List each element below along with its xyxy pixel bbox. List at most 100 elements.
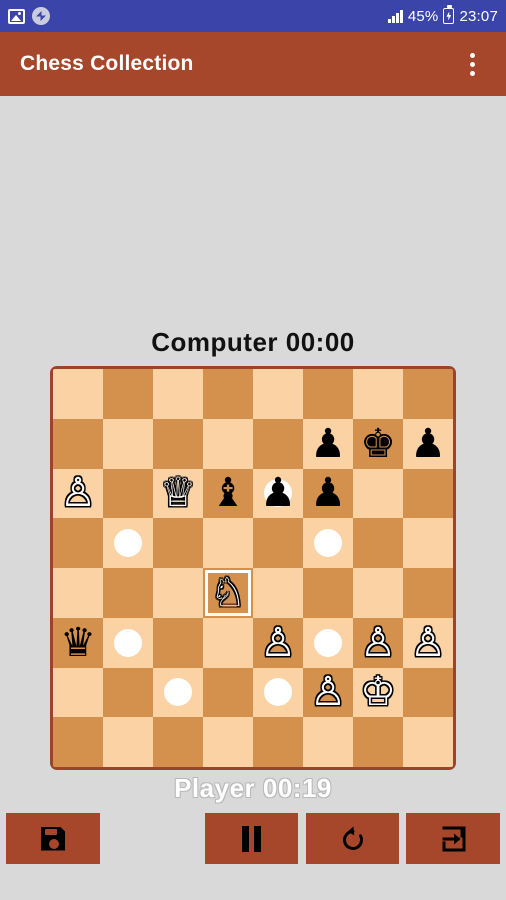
board-square-h6[interactable]	[403, 468, 453, 519]
board-square-a7[interactable]	[53, 418, 103, 469]
clock-label: 23:07	[459, 7, 498, 25]
exit-button[interactable]	[406, 813, 500, 864]
board-square-f7[interactable]: ♟	[303, 418, 353, 469]
board-square-d1[interactable]	[203, 717, 253, 767]
board-square-d4[interactable]: ♘	[203, 568, 253, 618]
board-square-c8[interactable]	[153, 369, 203, 419]
move-indicator-dot	[114, 529, 142, 558]
pause-button[interactable]	[205, 813, 298, 864]
board-square-d7[interactable]	[203, 418, 253, 469]
board-square-h3[interactable]: ♙	[403, 617, 453, 668]
board-square-h1[interactable]	[403, 717, 453, 767]
board-square-a5[interactable]	[53, 518, 103, 568]
board-square-c3[interactable]	[153, 617, 203, 668]
board-square-g8[interactable]	[353, 369, 403, 419]
board-square-g5[interactable]	[353, 518, 403, 568]
piece-white-pawn[interactable]: ♙	[353, 618, 403, 668]
board-square-d5[interactable]	[203, 518, 253, 568]
piece-white-pawn[interactable]: ♙	[253, 618, 303, 668]
piece-black-bishop[interactable]: ♝	[203, 469, 253, 519]
board-square-b2[interactable]	[103, 667, 153, 718]
board-square-b5[interactable]	[103, 518, 153, 568]
board-square-b4[interactable]	[103, 568, 153, 618]
exit-icon	[438, 824, 468, 854]
board-square-e3[interactable]: ♙	[253, 617, 303, 668]
board-square-c5[interactable]	[153, 518, 203, 568]
board-square-e7[interactable]	[253, 418, 303, 469]
piece-black-pawn[interactable]: ♟	[253, 469, 303, 519]
signal-icon	[388, 9, 403, 23]
board-square-c2[interactable]	[153, 667, 203, 718]
board-square-h2[interactable]	[403, 667, 453, 718]
sync-icon	[32, 7, 50, 25]
board-square-g2[interactable]: ♔	[353, 667, 403, 718]
chess-board[interactable]: ♟ ♚ ♟ ♙ ♕ ♝ ♟ ♟ ♘ ♛ ♙ ♙ ♙ ♙ ♔	[53, 369, 453, 767]
board-square-e6[interactable]: ♟	[253, 468, 303, 519]
board-square-d6[interactable]: ♝	[203, 468, 253, 519]
battery-charging-icon	[443, 5, 455, 24]
board-square-b8[interactable]	[103, 369, 153, 419]
piece-white-king[interactable]: ♔	[353, 668, 403, 718]
board-square-f3[interactable]	[303, 617, 353, 668]
undo-button[interactable]	[306, 813, 399, 864]
board-square-c6[interactable]: ♕	[153, 468, 203, 519]
board-square-c4[interactable]	[153, 568, 203, 618]
board-square-g4[interactable]	[353, 568, 403, 618]
board-square-f5[interactable]	[303, 518, 353, 568]
board-square-g7[interactable]: ♚	[353, 418, 403, 469]
battery-percent-label: 45%	[407, 7, 439, 25]
board-square-e2[interactable]	[253, 667, 303, 718]
board-square-a2[interactable]	[53, 667, 103, 718]
board-square-a6[interactable]: ♙	[53, 468, 103, 519]
board-square-e5[interactable]	[253, 518, 303, 568]
board-square-h7[interactable]: ♟	[403, 418, 453, 469]
board-square-b6[interactable]	[103, 468, 153, 519]
board-square-a8[interactable]	[53, 369, 103, 419]
pause-icon	[237, 824, 267, 854]
move-indicator-dot	[314, 529, 342, 558]
board-square-b7[interactable]	[103, 418, 153, 469]
piece-black-pawn[interactable]: ♟	[403, 419, 453, 469]
move-indicator-dot	[314, 628, 342, 657]
board-square-a1[interactable]	[53, 717, 103, 767]
board-square-h4[interactable]	[403, 568, 453, 618]
board-square-f8[interactable]	[303, 369, 353, 419]
board-square-e8[interactable]	[253, 369, 303, 419]
board-square-c1[interactable]	[153, 717, 203, 767]
status-bar-right: 45% 23:07	[388, 5, 498, 25]
overflow-menu-icon[interactable]	[458, 42, 486, 86]
board-square-b3[interactable]	[103, 617, 153, 668]
piece-black-king[interactable]: ♚	[353, 419, 403, 469]
game-screen: Computer 00:00 ♟ ♚ ♟ ♙ ♕ ♝ ♟ ♟ ♘ ♛ ♙ ♙ ♙ ♙ ♔ Player 00…	[0, 96, 506, 900]
board-square-h8[interactable]	[403, 369, 453, 419]
computer-clock-label: Computer 00:00	[151, 327, 355, 357]
piece-black-queen[interactable]: ♛	[53, 618, 103, 668]
board-square-a3[interactable]: ♛	[53, 617, 103, 668]
board-square-h5[interactable]	[403, 518, 453, 568]
move-indicator-dot	[264, 678, 292, 707]
board-square-c7[interactable]	[153, 418, 203, 469]
piece-white-pawn[interactable]: ♙	[303, 668, 353, 718]
board-square-b1[interactable]	[103, 717, 153, 767]
board-square-d2[interactable]	[203, 667, 253, 718]
board-square-e1[interactable]	[253, 717, 303, 767]
board-square-e4[interactable]	[253, 568, 303, 618]
board-square-d3[interactable]	[203, 617, 253, 668]
piece-white-queen[interactable]: ♕	[153, 469, 203, 519]
piece-white-knight[interactable]: ♘	[203, 568, 253, 618]
piece-black-pawn[interactable]: ♟	[303, 419, 353, 469]
piece-black-pawn[interactable]: ♟	[303, 469, 353, 519]
board-square-g1[interactable]	[353, 717, 403, 767]
board-square-g6[interactable]	[353, 468, 403, 519]
board-square-f2[interactable]: ♙	[303, 667, 353, 718]
piece-white-pawn[interactable]: ♙	[403, 618, 453, 668]
save-button[interactable]	[6, 813, 100, 864]
piece-white-pawn[interactable]: ♙	[53, 469, 103, 519]
board-square-f6[interactable]: ♟	[303, 468, 353, 519]
board-square-d8[interactable]	[203, 369, 253, 419]
save-icon	[38, 824, 68, 854]
board-square-f1[interactable]	[303, 717, 353, 767]
board-square-a4[interactable]	[53, 568, 103, 618]
board-square-f4[interactable]	[303, 568, 353, 618]
board-square-g3[interactable]: ♙	[353, 617, 403, 668]
